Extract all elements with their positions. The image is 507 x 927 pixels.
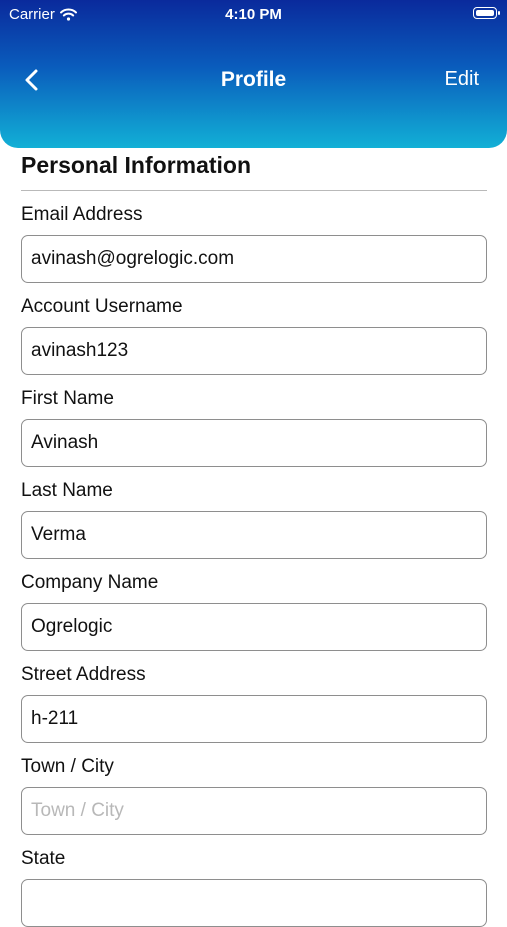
username-field-group: Account Username avinash123 [21,283,487,375]
username-input[interactable]: avinash123 [21,327,487,375]
battery-icon [473,7,500,19]
page-title: Profile [220,68,287,91]
city-input[interactable]: Town / City [21,787,487,835]
state-field-group: State [21,835,487,927]
street-field-group: Street Address h-211 [21,651,487,743]
last-name-input[interactable]: Verma [21,511,487,559]
state-label: State [21,848,66,869]
edit-button[interactable]: Edit [445,68,479,91]
section-title: Personal Information [21,152,252,178]
company-input[interactable]: Ogrelogic [21,603,487,651]
company-label: Company Name [21,572,159,593]
state-input[interactable] [21,879,487,927]
email-label: Email Address [21,204,143,225]
status-time: 4:10 PM [225,6,282,23]
status-bar: Carrier 4:10 PM [0,0,507,28]
header: Carrier 4:10 PM Profile Edit [0,0,507,148]
nav-bar: Profile Edit [0,58,507,102]
city-field-group: Town / City Town / City [21,743,487,835]
last-name-field-group: Last Name Verma [21,467,487,559]
email-input[interactable]: avinash@ogrelogic.com [21,235,487,283]
email-field-group: Email Address avinash@ogrelogic.com [21,191,487,283]
first-name-label: First Name [21,388,114,409]
username-label: Account Username [21,296,183,317]
last-name-label: Last Name [21,480,113,501]
company-field-group: Company Name Ogrelogic [21,559,487,651]
city-label: Town / City [21,756,114,777]
street-input[interactable]: h-211 [21,695,487,743]
first-name-input[interactable]: Avinash [21,419,487,467]
street-label: Street Address [21,664,146,685]
first-name-field-group: First Name Avinash [21,375,487,467]
profile-form: Personal Information Email Address avina… [21,148,487,927]
